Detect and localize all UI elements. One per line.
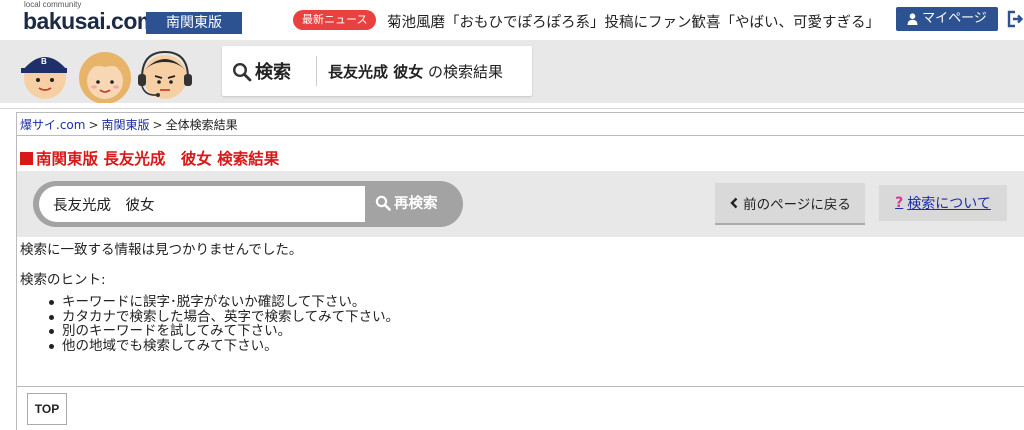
hint-item: キーワードに誤字･脱字がないか確認して下さい。 <box>47 295 399 310</box>
logout-icon[interactable] <box>1007 10 1024 28</box>
svg-text:B: B <box>41 57 47 66</box>
site-logo[interactable]: bakusai.com <box>23 8 157 35</box>
magnifier-icon <box>232 62 252 82</box>
person-icon <box>907 13 918 25</box>
breadcrumb-divider <box>17 135 1024 136</box>
header-divider <box>0 108 1024 109</box>
breadcrumb-current: 全体検索結果 <box>165 118 238 132</box>
banner-divider <box>316 56 317 86</box>
mypage-label: マイページ <box>922 11 987 26</box>
research-button-label: 再検索 <box>394 196 438 212</box>
banner-result-title: 長友光成 彼女 の検索結果 <box>328 61 503 82</box>
breadcrumb-region[interactable]: 南関東版 <box>102 118 150 132</box>
hint-label: 検索のヒント: <box>20 272 106 288</box>
back-button-label: 前のページに戻る <box>743 197 851 213</box>
breadcrumb-separator: > <box>152 118 163 132</box>
back-button[interactable]: 前のページに戻る <box>715 183 865 225</box>
hint-list: キーワードに誤字･脱字がないか確認して下さい。 カタカナで検索した場合、英字で検… <box>47 295 399 353</box>
about-search-label: 検索について <box>907 196 991 212</box>
banner-result-suffix: の検索結果 <box>428 63 504 81</box>
search-label: 検索 <box>255 62 291 83</box>
about-search-button[interactable]: ? 検索について <box>879 185 1007 221</box>
no-result-message: 検索に一致する情報は見つかりませんでした。 <box>20 242 303 258</box>
breadcrumb-separator: > <box>88 118 99 132</box>
header-band: B 検索 長友光成 彼女 の検索結果 <box>0 40 1024 103</box>
title-square-icon <box>20 152 33 165</box>
question-icon: ? <box>895 195 904 211</box>
page-title-text: 南関東版 長友光成 彼女 検索結果 <box>36 150 280 168</box>
magnifier-icon <box>375 195 391 211</box>
news-headline-link[interactable]: 菊池風磨「おもひでぽろぽろ系」投稿にファン歓喜「やばい、可愛すぎる」 <box>387 11 880 32</box>
banner-query: 長友光成 彼女 <box>328 63 424 81</box>
search-input[interactable] <box>39 186 365 222</box>
news-badge: 最新ニュース <box>293 10 377 30</box>
region-badge[interactable]: 南関東版 <box>146 12 242 34</box>
page-title: 南関東版 長友光成 彼女 検索結果 <box>20 147 279 169</box>
breadcrumb-home[interactable]: 爆サイ.com <box>20 118 85 132</box>
search-panel: 再検索 前のページに戻る ? 検索について <box>17 171 1024 237</box>
top-bar: local community bakusai.com 南関東版 最新ニュース … <box>0 0 1024 40</box>
mypage-button[interactable]: マイページ <box>896 7 998 31</box>
chevron-left-icon <box>730 197 738 209</box>
research-button[interactable]: 再検索 <box>375 192 438 213</box>
hint-item: 別のキーワードを試してみて下さい。 <box>47 324 399 339</box>
main-content: 爆サイ.com>南関東版>全体検索結果 南関東版 長友光成 彼女 検索結果 再検… <box>16 112 1024 430</box>
search-results-banner: 検索 長友光成 彼女 の検索結果 <box>222 46 532 96</box>
top-button[interactable]: TOP <box>27 393 67 425</box>
footer-divider <box>17 386 1024 387</box>
hint-item: カタカナで検索した場合、英字で検索してみて下さい。 <box>47 309 399 325</box>
hint-item: 他の地域でも検索してみて下さい。 <box>47 338 399 354</box>
mascot-characters: B <box>21 50 192 103</box>
breadcrumb: 爆サイ.com > 南関東版 > 全体検索結果 <box>20 116 238 133</box>
